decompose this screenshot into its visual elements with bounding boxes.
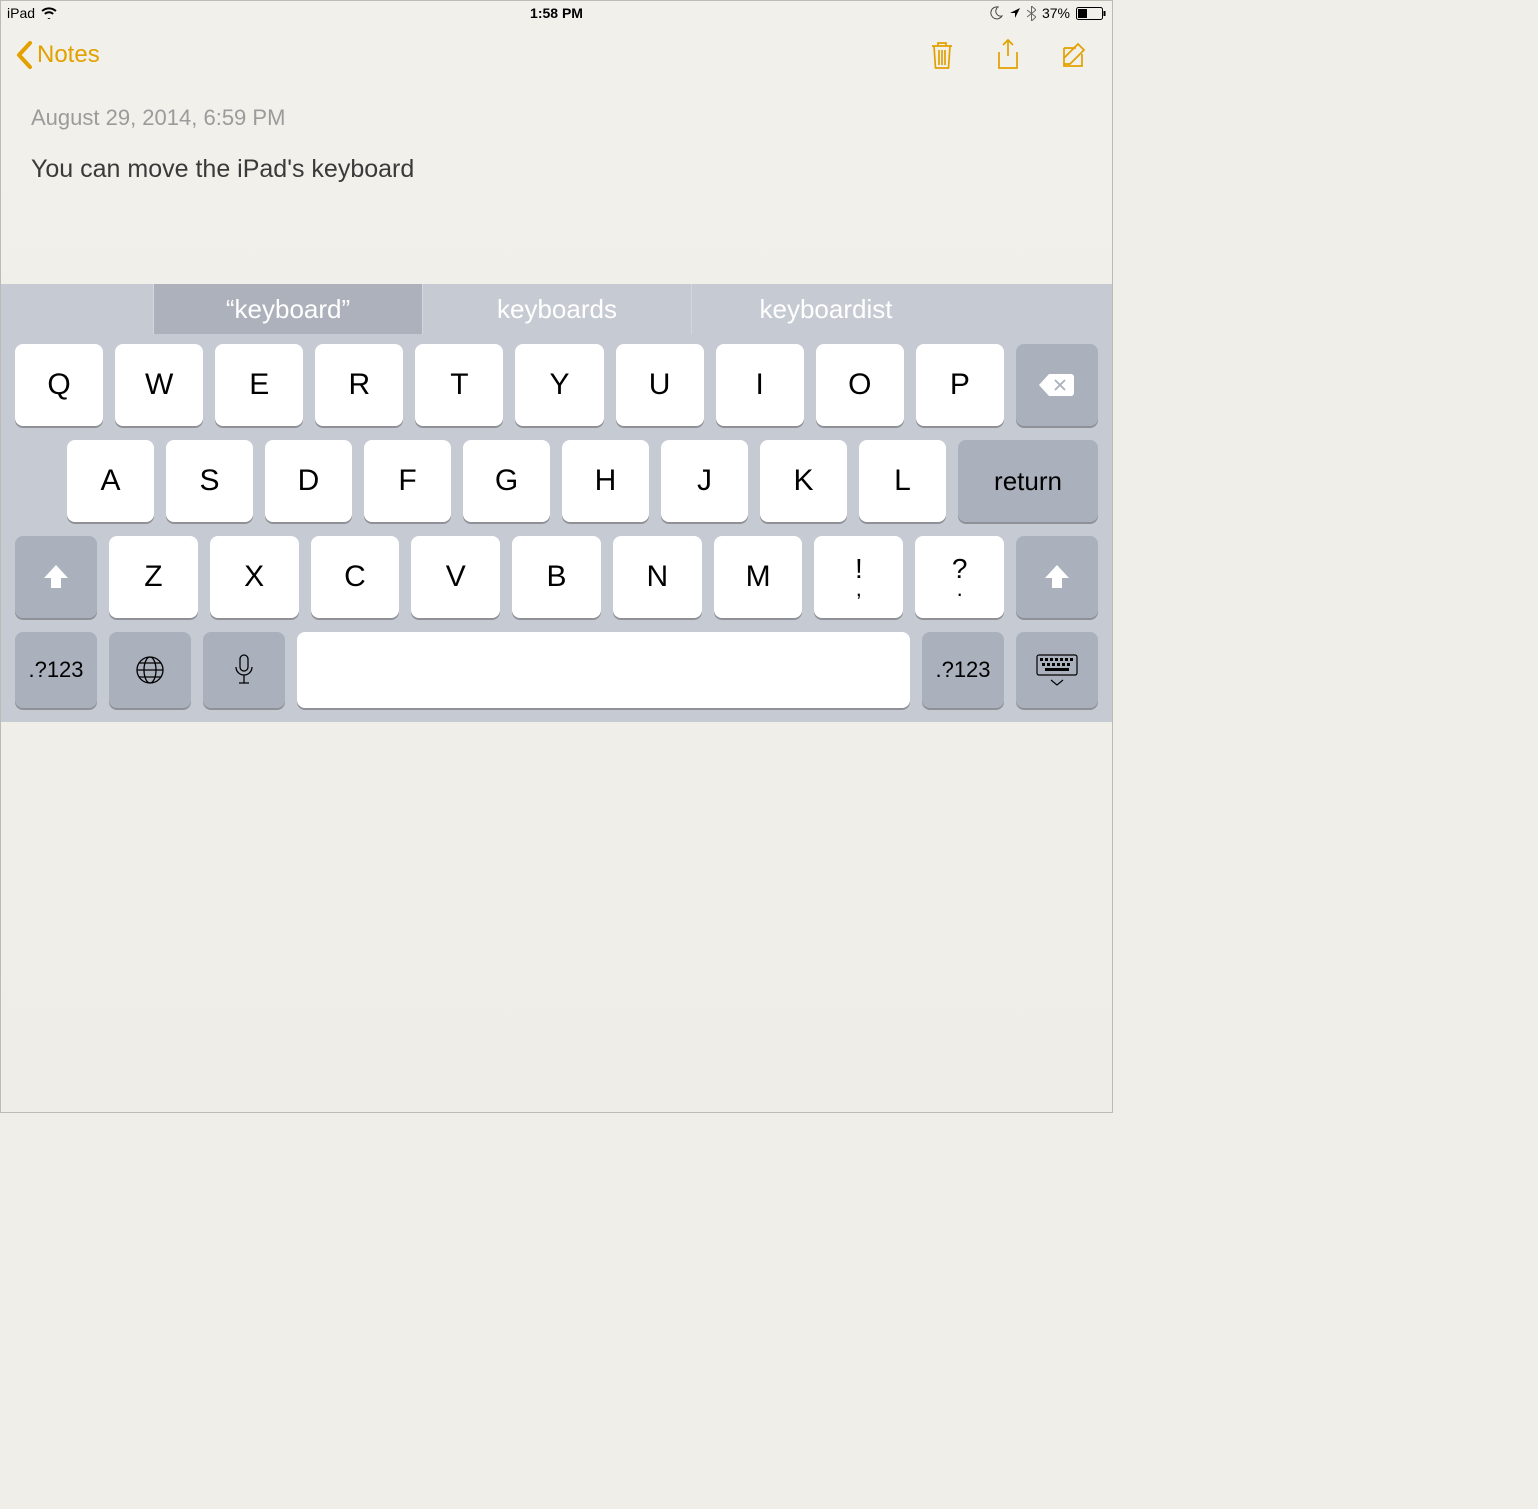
key-shift-right[interactable] [1016, 536, 1098, 618]
key-e[interactable]: E [215, 344, 303, 426]
location-icon [1009, 7, 1021, 19]
key-k[interactable]: K [760, 440, 847, 522]
globe-icon [134, 654, 166, 686]
key-b[interactable]: B [512, 536, 601, 618]
shift-icon [1042, 562, 1072, 592]
nav-bar: Notes [1, 25, 1112, 85]
device-label: iPad [7, 5, 35, 21]
keyboard-container: “keyboard” keyboards keyboardist Q W E R… [1, 284, 1112, 722]
key-exclaim-comma[interactable]: !, [814, 536, 903, 618]
microphone-icon [233, 653, 255, 687]
nav-actions [928, 38, 1090, 72]
keyboard-row-3: Z X C V B N M !, ?. [15, 536, 1098, 618]
key-i[interactable]: I [716, 344, 804, 426]
key-shift-left[interactable] [15, 536, 97, 618]
shift-icon [41, 562, 71, 592]
battery-icon [1076, 7, 1106, 20]
backspace-icon [1037, 372, 1077, 398]
key-t[interactable]: T [415, 344, 503, 426]
status-right: 37% [989, 5, 1106, 21]
key-a[interactable]: A [67, 440, 154, 522]
bluetooth-icon [1027, 6, 1036, 21]
note-timestamp: August 29, 2014, 6:59 PM [31, 105, 1082, 131]
key-return[interactable]: return [958, 440, 1098, 522]
suggestion-pad-left [1, 284, 153, 334]
key-c[interactable]: C [311, 536, 400, 618]
keyboard-row-4: .?123 .?123 [15, 632, 1098, 708]
key-g[interactable]: G [463, 440, 550, 522]
suggestion-3[interactable]: keyboardist [691, 284, 960, 334]
key-w[interactable]: W [115, 344, 203, 426]
key-u[interactable]: U [616, 344, 704, 426]
key-x[interactable]: X [210, 536, 299, 618]
trash-button[interactable] [928, 39, 956, 71]
key-r[interactable]: R [315, 344, 403, 426]
compose-button[interactable] [1060, 40, 1090, 70]
key-numbers-left[interactable]: .?123 [15, 632, 97, 708]
suggestion-bar: “keyboard” keyboards keyboardist [1, 284, 1112, 334]
keyboard-row-1: Q W E R T Y U I O P [15, 344, 1098, 426]
key-f[interactable]: F [364, 440, 451, 522]
key-o[interactable]: O [816, 344, 904, 426]
key-dictation[interactable] [203, 632, 285, 708]
battery-percent: 37% [1042, 5, 1070, 21]
status-time: 1:58 PM [530, 5, 583, 21]
key-j[interactable]: J [661, 440, 748, 522]
key-y[interactable]: Y [515, 344, 603, 426]
chevron-left-icon [15, 40, 33, 70]
key-s[interactable]: S [166, 440, 253, 522]
key-z[interactable]: Z [109, 536, 198, 618]
key-m[interactable]: M [714, 536, 803, 618]
share-button[interactable] [994, 38, 1022, 72]
back-button[interactable]: Notes [15, 40, 100, 70]
key-hide-keyboard[interactable] [1016, 632, 1098, 708]
suggestion-1[interactable]: “keyboard” [153, 284, 422, 334]
key-v[interactable]: V [411, 536, 500, 618]
key-q[interactable]: Q [15, 344, 103, 426]
note-body-text[interactable]: You can move the iPad's keyboard [31, 155, 1082, 184]
key-backspace[interactable] [1016, 344, 1098, 426]
key-space[interactable] [297, 632, 910, 708]
back-label: Notes [37, 41, 100, 69]
status-bar: iPad 1:58 PM 37% [1, 1, 1112, 25]
hide-keyboard-icon [1035, 653, 1079, 687]
key-p[interactable]: P [916, 344, 1004, 426]
key-globe[interactable] [109, 632, 191, 708]
key-l[interactable]: L [859, 440, 946, 522]
keyboard: Q W E R T Y U I O P A S D F [1, 334, 1112, 722]
wifi-icon [41, 7, 57, 19]
keyboard-row-2: A S D F G H J K L return [15, 440, 1098, 522]
key-n[interactable]: N [613, 536, 702, 618]
do-not-disturb-icon [989, 6, 1003, 20]
suggestion-2[interactable]: keyboards [422, 284, 691, 334]
key-h[interactable]: H [562, 440, 649, 522]
key-numbers-right[interactable]: .?123 [922, 632, 1004, 708]
key-question-period[interactable]: ?. [915, 536, 1004, 618]
suggestion-pad-right [960, 284, 1112, 334]
note-content[interactable]: August 29, 2014, 6:59 PM You can move th… [1, 85, 1112, 204]
key-d[interactable]: D [265, 440, 352, 522]
status-left: iPad [7, 5, 57, 21]
